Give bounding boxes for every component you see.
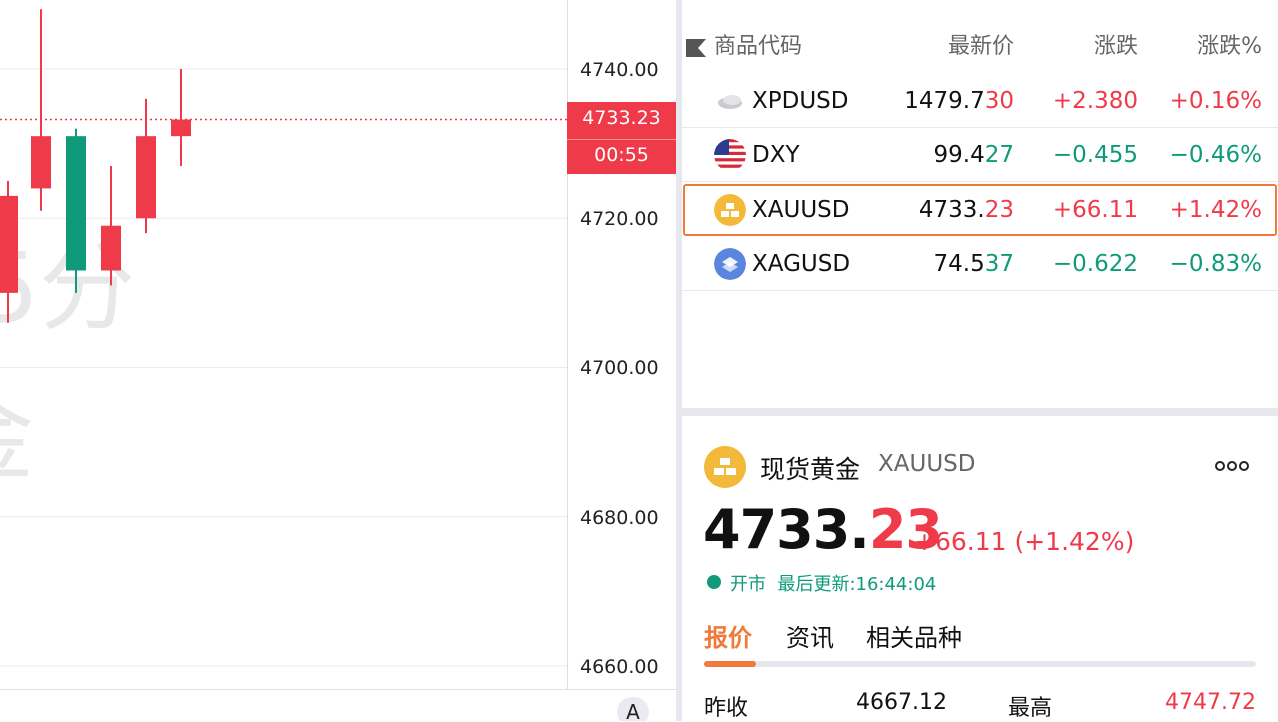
candlestick-chart[interactable]: 5分 金 4740.00 4720.00 4700.00 4680.00 466… (0, 0, 676, 721)
symbol-label: DXY (752, 142, 800, 168)
candle-body (66, 136, 86, 271)
watchlist-table: 商品代码 最新价 涨跌 涨跌% XPDUSD 1479.730 +2.380 +… (682, 0, 1278, 408)
detail-last-price: 4733.23 (703, 498, 943, 561)
auto-scale-button[interactable]: A (617, 697, 649, 721)
change-value: +66.11 (1052, 197, 1138, 223)
candle-body (0, 195, 18, 293)
tab-quote[interactable]: 报价 (704, 618, 752, 653)
market-open-dot (707, 575, 721, 589)
chart-bottom-bar (0, 689, 676, 721)
last-price: 99.427 (933, 142, 1015, 168)
candle-body (171, 119, 191, 137)
tab-related[interactable]: 相关品种 (866, 618, 962, 653)
watchlist-row-dxy[interactable]: DXY 99.427 −0.455 −0.46% (682, 128, 1278, 182)
last-price: 1479.730 (904, 88, 1014, 114)
price-axis-label: 4660.00 (580, 656, 659, 678)
header-change-pct[interactable]: 涨跌% (1197, 30, 1262, 64)
silver-icon (714, 248, 746, 280)
marker-divider (567, 139, 676, 140)
instrument-name: 现货黄金 (760, 455, 861, 484)
change-pct-value: +0.16% (1169, 88, 1262, 114)
gold-icon (714, 194, 746, 226)
symbol-label: XAUUSD (752, 197, 850, 223)
us-flag-icon (714, 139, 746, 171)
day-high-label: 最高 (1008, 696, 1053, 721)
tab-news[interactable]: 资讯 (786, 618, 834, 653)
row-divider (682, 290, 1278, 291)
candle-body (136, 136, 156, 219)
watchlist-row-xagusd[interactable]: XAGUSD 74.537 −0.622 −0.83% (682, 237, 1278, 291)
last-price: 74.537 (933, 251, 1015, 277)
price-axis-label: 4720.00 (580, 208, 659, 230)
instrument-detail-panel: 现货黄金 XAUUSD 4733.23 +66.11 (+1.42%) 开市 最… (682, 416, 1278, 721)
symbol-label: XAGUSD (752, 251, 851, 277)
watchlist-row-xauusd[interactable]: XAUUSD 4733.23 +66.11 +1.42% (682, 183, 1278, 237)
change-value: +2.380 (1052, 88, 1138, 114)
price-axis-label: 4740.00 (580, 59, 659, 81)
candle-countdown: 00:55 (594, 144, 649, 166)
change-pct-value: +1.42% (1169, 197, 1262, 223)
tab-track (704, 661, 1256, 667)
candle-body (101, 225, 121, 271)
change-pct-value: −0.46% (1169, 142, 1262, 168)
watchlist-row-xpdusd[interactable]: XPDUSD 1479.730 +2.380 +0.16% (682, 74, 1278, 128)
prev-close-label: 昨收 (704, 696, 749, 721)
day-high-value: 4747.72 (1165, 690, 1256, 715)
active-tab-indicator (704, 661, 756, 667)
price-axis-label: 4700.00 (580, 357, 659, 379)
prev-close-value: 4667.12 (856, 690, 947, 715)
more-options-icon[interactable] (1214, 460, 1250, 472)
change-value: −0.455 (1052, 142, 1138, 168)
instrument-code: XAUUSD (878, 451, 976, 477)
current-price-label: 4733.23 (582, 107, 661, 129)
gold-icon (704, 446, 746, 488)
last-price: 4733.23 (918, 197, 1014, 223)
detail-change: +66.11 (+1.42%) (914, 527, 1135, 556)
change-value: −0.622 (1052, 251, 1138, 277)
palladium-icon (718, 95, 742, 109)
header-change[interactable]: 涨跌 (1094, 30, 1138, 64)
row-divider (682, 181, 1278, 182)
market-status: 开市 最后更新:16:44:04 (730, 574, 937, 595)
flag-icon[interactable] (685, 38, 707, 58)
header-symbol[interactable]: 商品代码 (714, 30, 802, 64)
current-price-marker: 4733.23 00:55 (567, 102, 676, 174)
candle-body (31, 136, 51, 189)
symbol-label: XPDUSD (752, 88, 849, 114)
change-pct-value: −0.83% (1169, 251, 1262, 277)
panel-separator (682, 408, 1278, 416)
header-last-price[interactable]: 最新价 (948, 30, 1014, 64)
price-axis-label: 4680.00 (580, 507, 659, 529)
